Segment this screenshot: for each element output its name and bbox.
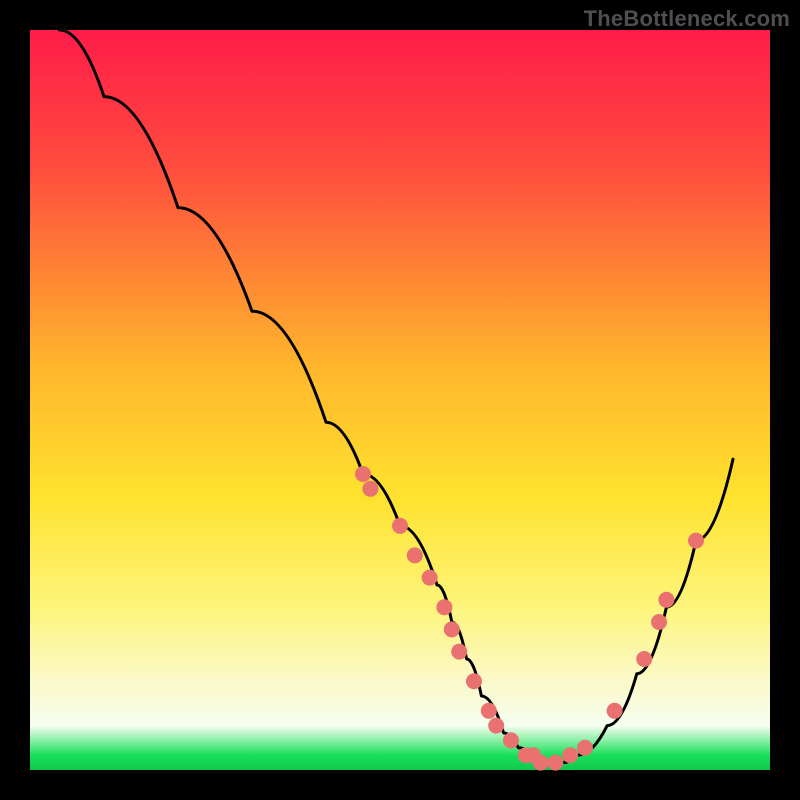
plot-area (30, 30, 770, 770)
curve-marker (607, 703, 623, 719)
curve-marker (422, 570, 438, 586)
curve-markers (355, 466, 704, 771)
curve-marker (636, 651, 652, 667)
curve-marker (392, 518, 408, 534)
curve-marker (562, 747, 578, 763)
curve-marker (451, 644, 467, 660)
curve-layer (30, 30, 770, 770)
curve-marker (688, 533, 704, 549)
curve-marker (503, 732, 519, 748)
curve-marker (466, 673, 482, 689)
curve-marker (658, 592, 674, 608)
curve-marker (533, 755, 549, 771)
curve-marker (444, 621, 460, 637)
watermark-text: TheBottleneck.com (584, 6, 790, 32)
curve-marker (577, 740, 593, 756)
curve-marker (488, 718, 504, 734)
curve-marker (651, 614, 667, 630)
bottleneck-curve (60, 30, 733, 763)
curve-marker (481, 703, 497, 719)
curve-marker (436, 599, 452, 615)
curve-marker (547, 755, 563, 771)
curve-marker (407, 547, 423, 563)
curve-marker (355, 466, 371, 482)
chart-stage: TheBottleneck.com (0, 0, 800, 800)
curve-marker (362, 481, 378, 497)
